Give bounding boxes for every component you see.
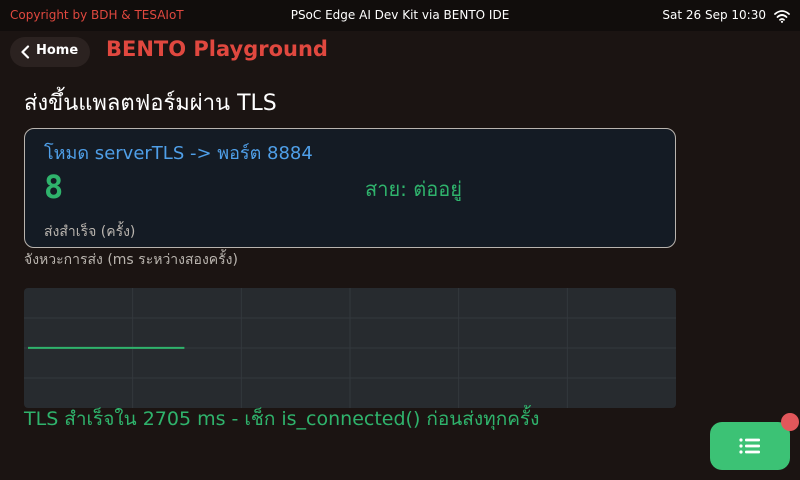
menu-fab-button[interactable] xyxy=(710,422,790,470)
wifi-icon xyxy=(774,10,790,23)
datetime: Sat 26 Sep 10:30 xyxy=(662,8,766,22)
page-title: ส่งขึ้นแพลตฟอร์มผ่าน TLS xyxy=(24,91,277,116)
tls-status-card: โหมด serverTLS -> พอร์ต 8884 8 สาย: ต่ออ… xyxy=(24,128,676,248)
success-caption: ส่งสำเร็จ (ครั้ง) xyxy=(44,224,136,240)
connection-status: สาย: ต่ออยู่ xyxy=(365,177,462,201)
status-bar: Copyright by BDH & TESAIoT PSoC Edge AI … xyxy=(0,0,800,31)
interval-chart xyxy=(24,288,676,408)
chevron-left-icon xyxy=(21,45,30,59)
home-button-label: Home xyxy=(36,43,79,58)
notification-badge xyxy=(781,413,799,431)
list-icon xyxy=(739,438,760,454)
success-counter: 8 xyxy=(44,168,64,206)
interval-chart-svg xyxy=(24,288,676,408)
app-title: BENTO Playground xyxy=(106,37,328,61)
home-button[interactable]: Home xyxy=(10,37,90,67)
mode-port-text: โหมด serverTLS -> พอร์ต 8884 xyxy=(44,143,313,164)
result-message: TLS สำเร็จใน 2705 ms - เช็ก is_connected… xyxy=(24,408,540,430)
interval-label: จังหวะการส่ง (ms ระหว่างสองครั้ง) xyxy=(24,252,238,268)
